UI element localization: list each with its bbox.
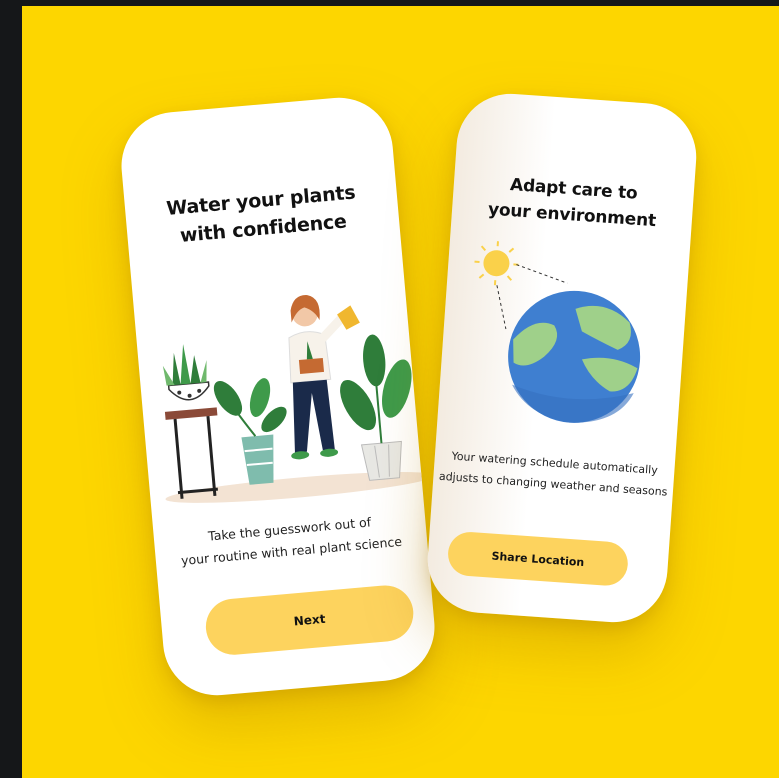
share-location-button[interactable]: Share Location: [446, 530, 630, 588]
earth-icon: [508, 290, 641, 423]
striped-pot-plant-icon: [213, 378, 287, 485]
woman-illustration: [288, 295, 360, 460]
screen-title: Adapt care to your environment: [451, 168, 694, 237]
screen-description: Your watering schedule automatically adj…: [433, 444, 675, 503]
connector-line: [516, 264, 568, 284]
screen-title: Water your plants with confidence: [124, 175, 400, 254]
snake-plant-icon: [162, 344, 210, 401]
showcase-background: Water your plants with confidence Take t…: [22, 6, 779, 778]
next-button[interactable]: Next: [203, 583, 416, 658]
plant-care-illustration: [162, 295, 423, 503]
sun-icon: [474, 241, 519, 286]
connector-line: [496, 285, 507, 330]
monstera-plant-icon: [340, 334, 412, 481]
onboarding-screen-water: Water your plants with confidence Take t…: [117, 93, 439, 700]
onboarding-screen-environment: Adapt care to your environment Your wate…: [424, 90, 700, 626]
plant-stand-icon: [164, 407, 218, 499]
screen-description: Take the guesswork out of your routine w…: [153, 507, 428, 575]
environment-illustration: [474, 241, 641, 423]
